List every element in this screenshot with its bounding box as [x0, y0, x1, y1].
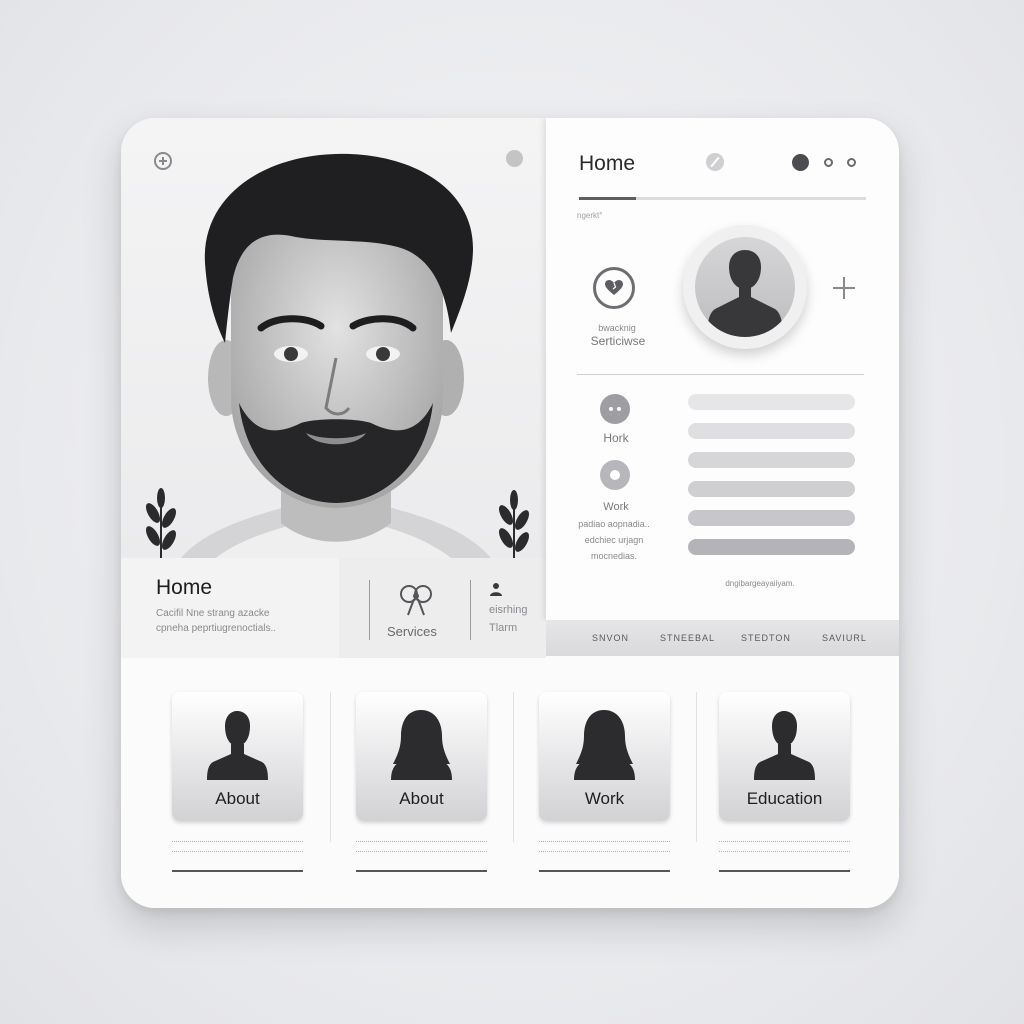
hork-label: Hork [603, 431, 629, 445]
text-placeholder [172, 841, 303, 842]
tile-label: About [399, 789, 444, 808]
tile-label: About [215, 789, 260, 808]
tile-label: Work [584, 789, 625, 808]
tab-2[interactable]: STNEEBAL [660, 633, 715, 643]
divider [513, 692, 514, 842]
right-panel: Home ngerkt° bwacknig Serticiwse Hork Wo… [546, 118, 899, 620]
team-section[interactable]: eisrhing Tlarm [476, 558, 546, 658]
record-icon[interactable] [600, 460, 630, 490]
placeholder-bar [688, 510, 855, 526]
tile-work[interactable]: Work [539, 692, 670, 821]
profile-card: Home Cacifil Nne strang azacke cpneha pe… [121, 118, 899, 908]
title-underline [579, 197, 866, 200]
text-placeholder [539, 851, 670, 852]
divider [577, 374, 864, 375]
heart-button[interactable] [593, 267, 635, 309]
chat-icon[interactable] [600, 394, 630, 424]
plant-left-icon [146, 488, 177, 558]
carousel-dot[interactable] [847, 158, 856, 167]
text-placeholder [356, 841, 487, 842]
work-description: padiao aopnadia.. edchiec urjagn mocnedi… [569, 516, 659, 564]
tile-education[interactable]: Education [719, 692, 850, 821]
tile-underline [539, 870, 670, 872]
tile-underline [356, 870, 487, 872]
person-silhouette-icon [707, 250, 783, 337]
tile-about-1[interactable]: About [172, 692, 303, 821]
work-desc-line: padiao aopnadia.. [578, 519, 650, 529]
work-label: Work [603, 501, 629, 513]
avatar[interactable] [683, 225, 807, 349]
text-placeholder [539, 841, 670, 842]
avatar-frame [695, 237, 795, 337]
heart-caption: Serticiwse [590, 334, 646, 348]
right-panel-title: Home [579, 152, 636, 175]
info-strip: Home Cacifil Nne strang azacke cpneha pe… [121, 558, 546, 658]
team-line: Tlarm [489, 622, 518, 634]
divider [369, 580, 370, 640]
tile-underline [172, 870, 303, 872]
tab-4[interactable]: SAVIURL [822, 633, 867, 643]
heart-icon [605, 280, 623, 295]
portrait-photo [146, 153, 529, 558]
add-circle-icon[interactable] [154, 152, 172, 170]
team-line: eisrhing [489, 604, 528, 616]
services-section[interactable]: Services [339, 558, 476, 658]
tile-underline [719, 870, 850, 872]
home-desc-line: Cacifil Nne strang azacke [156, 608, 270, 619]
home-title: Home [156, 576, 213, 599]
divider [330, 692, 331, 842]
plant-right-icon [499, 490, 529, 558]
work-desc-line: mocnedias. [590, 551, 638, 561]
divider [470, 580, 471, 640]
placeholder-bar [688, 481, 855, 497]
text-placeholder [719, 851, 850, 852]
tile-about-2[interactable]: About [356, 692, 487, 821]
carousel-dot-active[interactable] [792, 154, 809, 171]
person-female-icon [391, 710, 452, 780]
services-label: Services [387, 624, 437, 639]
person-silhouette-icon [207, 711, 268, 780]
text-placeholder [719, 841, 850, 842]
text-placeholder [172, 851, 303, 852]
placeholder-bar [688, 394, 855, 410]
bottom-section: About About Work Education [121, 658, 899, 908]
add-icon[interactable] [833, 277, 855, 299]
person-female-icon [574, 710, 635, 780]
person-silhouette-icon [754, 711, 815, 780]
right-panel-subtitle: ngerkt° [577, 211, 603, 220]
divider [696, 692, 697, 842]
placeholder-bar [688, 423, 855, 439]
home-section[interactable]: Home Cacifil Nne strang azacke cpneha pe… [121, 558, 339, 658]
home-description: Cacifil Nne strang azacke cpneha peprtiu… [156, 606, 326, 636]
crossed-out-icon[interactable] [706, 153, 724, 171]
bow-icon [400, 585, 432, 616]
tile-label: Education [746, 789, 823, 808]
person-mini-icon [490, 583, 502, 596]
home-desc-line: cpneha peprtiugrenoctials.. [156, 623, 277, 634]
tab-3[interactable]: STEDTON [741, 633, 791, 643]
text-placeholder [356, 851, 487, 852]
status-dot-icon [506, 150, 523, 167]
carousel-dot[interactable] [824, 158, 833, 167]
tab-1[interactable]: SNVON [592, 633, 629, 643]
placeholder-bar [688, 452, 855, 468]
work-desc-line: edchiec urjagn [584, 535, 644, 545]
right-panel-caption: dngibargeayaiiyam. [725, 579, 795, 588]
heart-caption: bwacknig [598, 323, 636, 333]
underline-progress [579, 197, 636, 200]
placeholder-bar [688, 539, 855, 555]
photo-panel: Home Cacifil Nne strang azacke cpneha pe… [121, 118, 546, 658]
tab-bar: SNVON STNEEBAL STEDTON SAVIURL [546, 620, 899, 656]
